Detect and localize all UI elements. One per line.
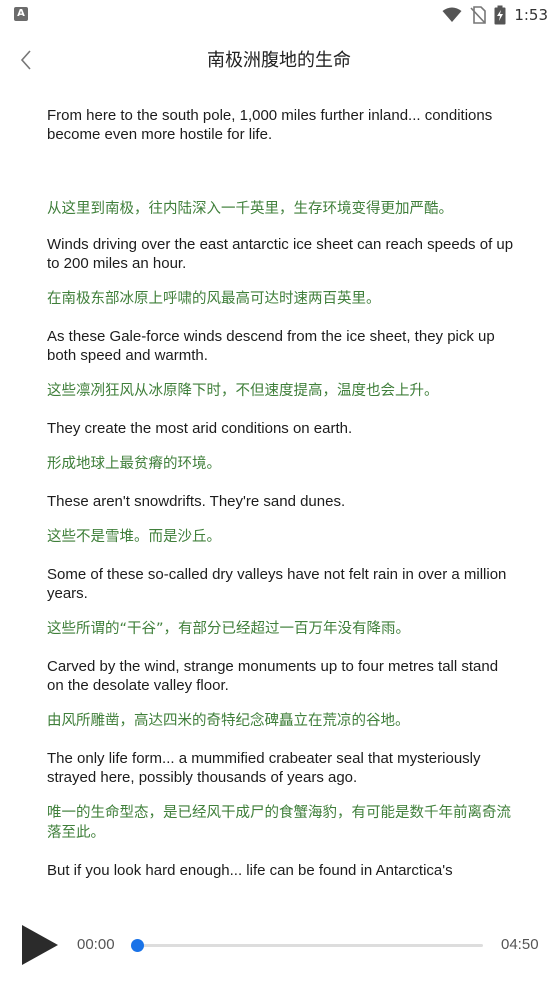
subtitle-line-en[interactable]: Some of these so-called dry valleys have… — [47, 565, 518, 603]
audio-player: 00:00 04:50 — [0, 890, 558, 992]
total-time: 04:50 — [501, 936, 539, 953]
subtitle-line-en[interactable]: From here to the south pole, 1,000 miles… — [47, 106, 518, 144]
subtitle-line-en[interactable]: Winds driving over the east antarctic ic… — [47, 235, 518, 273]
subtitle-line-zh[interactable]: 这些所谓的“干谷”，有部分已经超过一百万年没有降雨。 — [47, 619, 518, 639]
wifi-icon — [442, 7, 462, 22]
no-sim-icon — [470, 6, 487, 24]
subtitle-line-zh[interactable]: 唯一的生命型态，是已经风干成尸的食蟹海豹，有可能是数千年前离奇流落至此。 — [47, 803, 518, 843]
seek-thumb[interactable] — [131, 939, 144, 952]
subtitle-line-zh[interactable]: 在南极东部冰原上呼啸的风最高可达时速两百英里。 — [47, 289, 518, 309]
subtitle-line-zh[interactable]: 从这里到南极，往内陆深入一千英里，生存环境变得更加严酷。 — [47, 199, 518, 219]
battery-charging-icon — [494, 5, 506, 25]
subtitle-line-zh[interactable]: 这些不是雪堆。而是沙丘。 — [47, 527, 518, 547]
play-button[interactable] — [18, 924, 60, 966]
transcript-list[interactable]: From here to the south pole, 1,000 miles… — [0, 84, 558, 890]
subtitle-line-en[interactable]: But if you look hard enough... life can … — [47, 861, 518, 880]
seek-bar[interactable] — [131, 939, 483, 952]
subtitle-line-zh[interactable]: 由风所雕凿，高达四米的奇特纪念碑矗立在荒凉的谷地。 — [47, 711, 518, 731]
subtitle-line-zh[interactable]: 这些凛冽狂风从冰原降下时，不但速度提高，温度也会上升。 — [47, 381, 518, 401]
subtitle-line-en[interactable]: They create the most arid conditions on … — [47, 419, 518, 438]
subtitle-line-en[interactable]: The only life form... a mummified crabea… — [47, 749, 518, 787]
notification-a-icon: A — [14, 7, 28, 21]
app-header: 南极洲腹地的生命 — [0, 36, 558, 84]
subtitle-line-zh[interactable]: 形成地球上最贫瘠的环境。 — [47, 454, 518, 474]
status-time: 1:53 — [514, 6, 548, 24]
play-icon — [22, 925, 58, 965]
status-bar: A 1:53 — [0, 0, 558, 30]
subtitle-line-en[interactable]: As these Gale-force winds descend from t… — [47, 327, 518, 365]
subtitle-line-en[interactable]: Carved by the wind, strange monuments up… — [47, 657, 518, 695]
page-title: 南极洲腹地的生命 — [207, 50, 351, 71]
current-time: 00:00 — [77, 936, 115, 953]
status-indicators: 1:53 — [442, 4, 548, 26]
subtitle-line-en[interactable]: These aren't snowdrifts. They're sand du… — [47, 492, 518, 511]
